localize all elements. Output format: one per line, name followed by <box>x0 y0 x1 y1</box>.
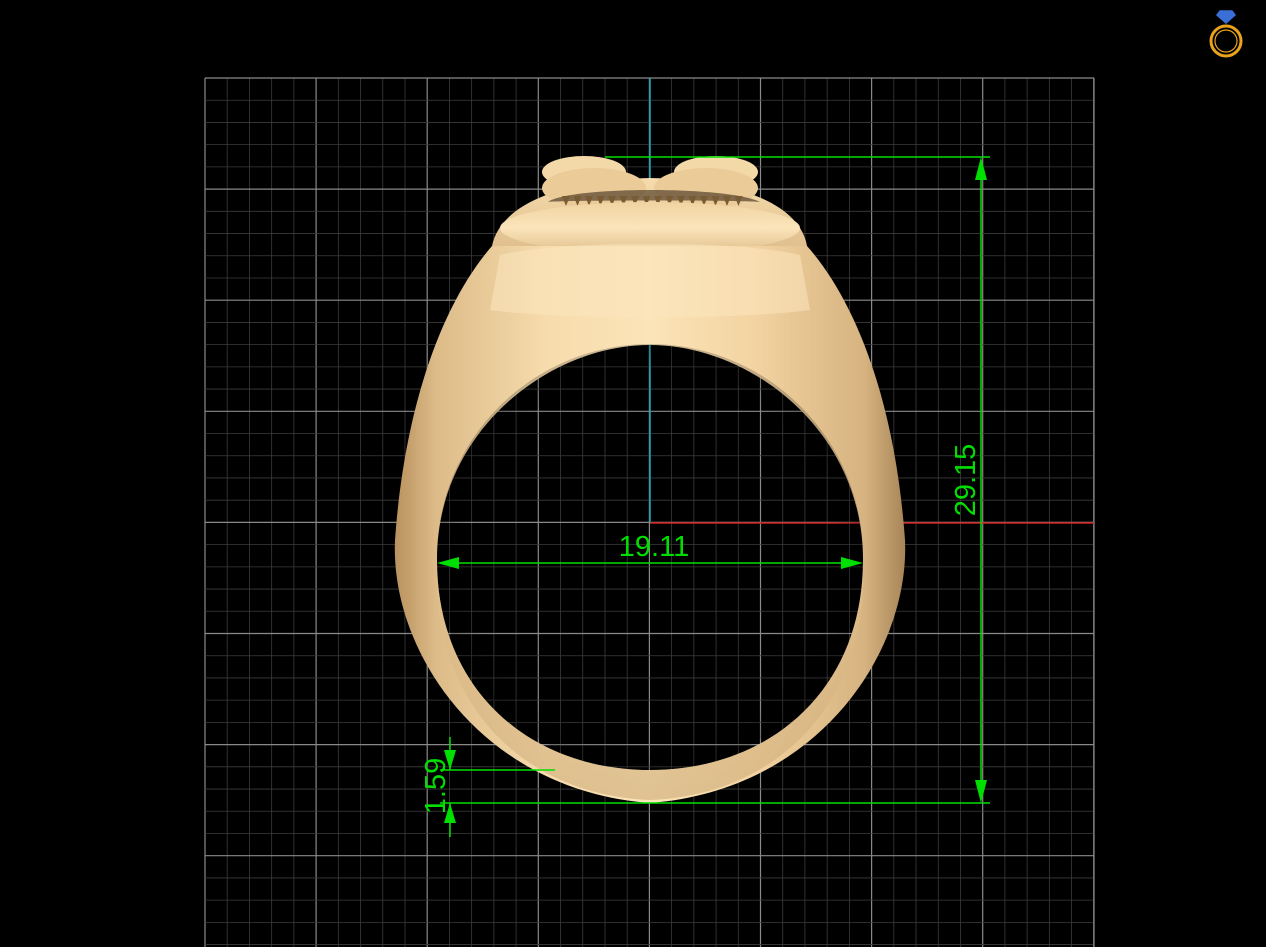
cad-viewport[interactable]: 19.11 29.15 1.59 <box>0 0 1266 947</box>
ring-prong-left-inner <box>542 168 646 208</box>
logo-gem <box>1215 10 1237 25</box>
dimension-inner-diameter-label: 19.11 <box>619 531 689 563</box>
dimension-total-height-label: 29.15 <box>950 444 982 517</box>
dimension-shank-thickness-label: 1.59 <box>420 758 452 814</box>
logo-ring-inner <box>1214 29 1238 53</box>
ring-head-front <box>490 243 810 318</box>
ring-with-diamond-icon[interactable] <box>1204 8 1248 62</box>
